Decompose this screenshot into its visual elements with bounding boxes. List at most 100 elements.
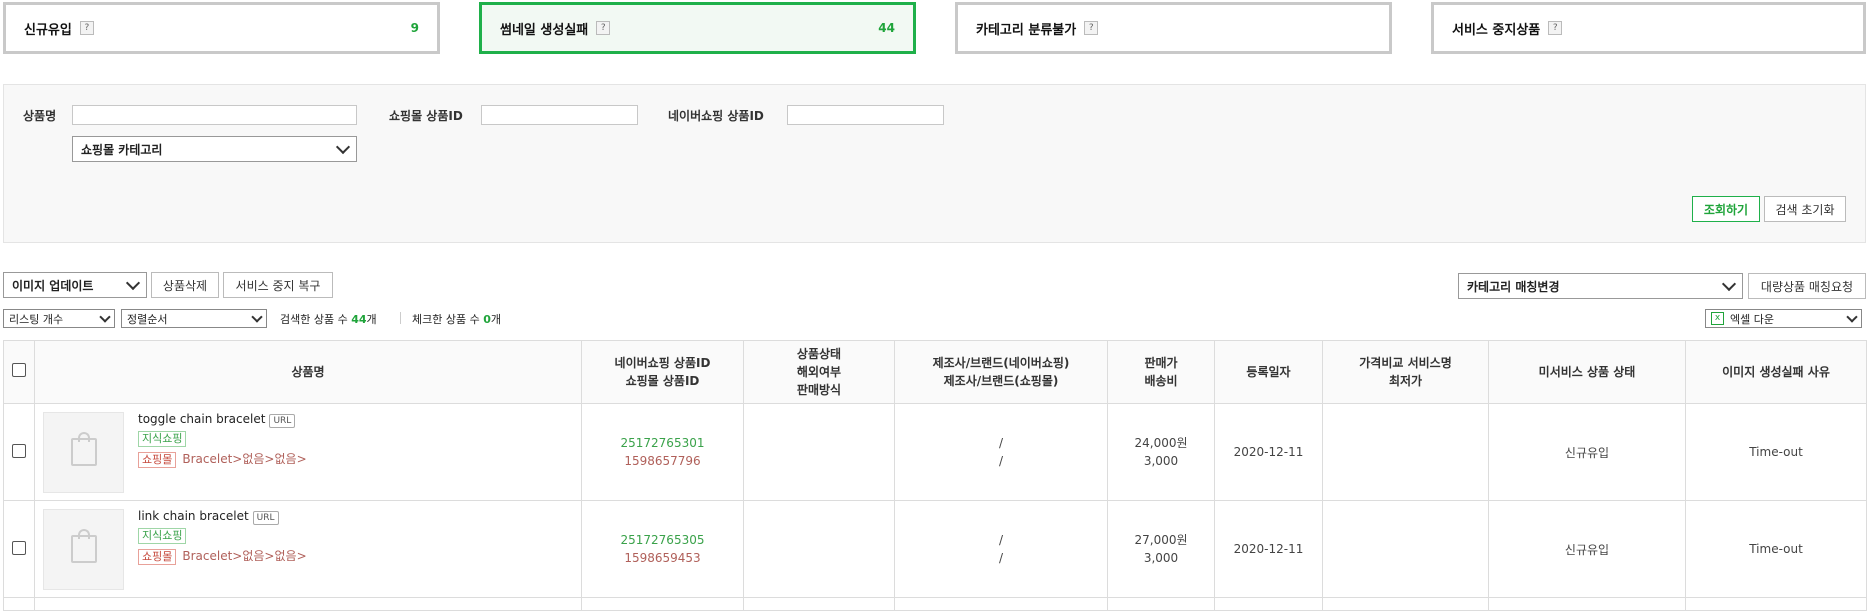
status-cell [743, 403, 895, 501]
header-price: 판매가 배송비 [1107, 340, 1215, 404]
help-icon[interactable]: ? [79, 21, 94, 35]
row-cell [743, 597, 895, 611]
product-name[interactable]: toggle chain bracelet [138, 412, 265, 426]
unserviced-status-cell: 신규유입 [1488, 500, 1686, 598]
naver-shopping-tag: 지식쇼핑 [138, 527, 187, 544]
delete-product-button[interactable]: 상품삭제 [151, 272, 219, 298]
help-icon[interactable]: ? [1548, 21, 1563, 35]
url-badge[interactable]: URL [252, 510, 279, 525]
help-icon[interactable]: ? [1084, 21, 1099, 35]
category-path: Bracelet>없음>없음> [182, 451, 307, 466]
select-all-checkbox[interactable] [12, 362, 26, 377]
header-line: 쇼핑몰 상품ID [625, 374, 700, 388]
maker-mall: / [998, 551, 1004, 565]
header-line: 최저가 [1388, 374, 1423, 388]
excel-download-select[interactable]: x 엑셀 다운 [1705, 309, 1862, 328]
category-matching-select[interactable]: 카테고리 매칭변경 [1458, 273, 1743, 299]
reg-date-cell: 2020-12-11 [1214, 500, 1323, 598]
header-line: 해외여부 [796, 365, 842, 379]
product-text: toggle chain bracelet URL 지식쇼핑 쇼핑몰 Bracele… [138, 412, 307, 468]
bulk-matching-request-button[interactable]: 대량상품 매칭요청 [1748, 273, 1866, 299]
url-badge[interactable]: URL [269, 413, 296, 428]
row-checkbox[interactable] [12, 540, 26, 555]
naver-product-id-label: 네이버쇼핑 상품ID [668, 109, 764, 123]
restore-service-button[interactable]: 서비스 중지 복구 [223, 272, 333, 298]
row-select-cell [3, 500, 35, 598]
price-cell: 24,000원 3,000 [1107, 403, 1215, 501]
naver-product-id[interactable]: 25172765305 [582, 531, 743, 549]
image-update-select[interactable]: 이미지 업데이트 [3, 272, 147, 298]
product-info: toggle chain bracelet URL 지식쇼핑 쇼핑몰 Bracele… [35, 411, 581, 493]
searched-count-text: 검색한 상품 수 44개 [280, 311, 377, 327]
checked-count-text: 체크한 상품 수 0개 [412, 311, 501, 327]
category-path: Bracelet>없음>없음> [182, 548, 307, 563]
mall-product-id-label: 쇼핑몰 상품ID [389, 109, 463, 123]
tab-label: 카테고리 분류불가 [976, 22, 1077, 38]
checked-prefix: 체크한 상품 수 [412, 313, 484, 326]
header-line: 네이버쇼핑 상품ID [614, 356, 711, 370]
divider [400, 312, 401, 324]
select-value: 카테고리 매칭변경 [1467, 279, 1560, 294]
product-cell: link chain bracelet URL 지식쇼핑 쇼핑몰 Bracelet>… [34, 500, 582, 598]
mall-category-select[interactable]: 쇼핑몰 카테고리 [72, 136, 357, 162]
unserviced-status-cell: 신규유입 [1488, 403, 1686, 501]
sort-order-select[interactable]: 정렬순서 [121, 309, 267, 328]
tab-category-unclassifiable[interactable]: 카테고리 분류불가 ? [955, 2, 1392, 54]
reset-search-button[interactable]: 검색 초기화 [1764, 196, 1846, 222]
tab-new-inflow[interactable]: 신규유입 ? 9 [3, 2, 440, 54]
select-value: 리스팅 개수 [9, 312, 64, 326]
searched-prefix: 검색한 상품 수 [280, 313, 352, 326]
header-line: 상품상태 [796, 347, 842, 361]
ids-cell: 25172765305 1598659453 [581, 500, 744, 598]
ids-cell: 25172765301 1598657796 [581, 403, 744, 501]
tab-service-stopped[interactable]: 서비스 중지상품 ? [1431, 2, 1866, 54]
product-table: 상품명 네이버쇼핑 상품ID 쇼핑몰 상품ID 상품상태 해외여부 판매방식 제… [3, 340, 1867, 611]
product-name[interactable]: link chain bracelet [138, 509, 249, 523]
reg-date-cell: 2020-12-11 [1214, 403, 1323, 501]
naver-shopping-tag: 지식쇼핑 [138, 430, 187, 447]
header-line: 판매가 [1144, 356, 1178, 370]
header-price-compare: 가격비교 서비스명 최저가 [1322, 340, 1489, 404]
maker-brand-cell: / / [894, 403, 1108, 501]
chevron-down-icon [335, 139, 351, 155]
tab-thumbnail-fail[interactable]: 썸네일 생성실패 ? 44 [479, 2, 916, 54]
naver-product-id[interactable]: 25172765301 [582, 434, 743, 452]
chevron-down-icon [125, 275, 141, 291]
row-cell [3, 597, 35, 611]
count-unit: 개 [490, 313, 501, 326]
mall-product-id-input[interactable] [481, 105, 638, 125]
shipping-fee: 3,000 [1143, 454, 1179, 468]
searched-count: 44 [351, 313, 367, 326]
tab-label: 썸네일 생성실패 [500, 22, 589, 38]
excel-icon: x [1711, 312, 1724, 325]
help-icon[interactable]: ? [596, 21, 611, 35]
naver-product-id-input[interactable] [787, 105, 944, 125]
fail-reason-cell: Time-out [1685, 500, 1867, 598]
product-name-input[interactable] [72, 105, 357, 125]
sale-price: 27,000원 [1134, 533, 1188, 547]
product-thumbnail[interactable] [43, 411, 124, 493]
row-cell [894, 597, 1108, 611]
mall-product-id[interactable]: 1598657796 [582, 452, 743, 470]
header-ids: 네이버쇼핑 상품ID 쇼핑몰 상품ID [581, 340, 744, 404]
header-unserviced-status: 미서비스 상품 상태 [1488, 340, 1686, 404]
header-select-all [3, 340, 35, 404]
maker-naver: / [998, 533, 1004, 547]
chevron-down-icon [99, 311, 111, 323]
table-header-row: 상품명 네이버쇼핑 상품ID 쇼핑몰 상품ID 상품상태 해외여부 판매방식 제… [3, 340, 1867, 404]
search-button[interactable]: 조회하기 [1692, 196, 1760, 222]
select-value: 이미지 업데이트 [12, 278, 94, 293]
row-checkbox[interactable] [12, 443, 26, 458]
row-cell [1322, 597, 1489, 611]
row-cell [1214, 597, 1323, 611]
tab-count: 44 [878, 21, 895, 35]
mall-product-id[interactable]: 1598659453 [582, 549, 743, 567]
maker-naver: / [998, 436, 1004, 450]
listing-count-select[interactable]: 리스팅 개수 [3, 309, 115, 328]
product-text: link chain bracelet URL 지식쇼핑 쇼핑몰 Bracelet>… [138, 509, 307, 565]
row-cell [1107, 597, 1215, 611]
header-product-name: 상품명 [34, 340, 582, 404]
header-line: 제조사/브랜드(쇼핑몰) [943, 374, 1059, 388]
price-cell: 27,000원 3,000 [1107, 500, 1215, 598]
product-thumbnail[interactable] [43, 508, 124, 590]
